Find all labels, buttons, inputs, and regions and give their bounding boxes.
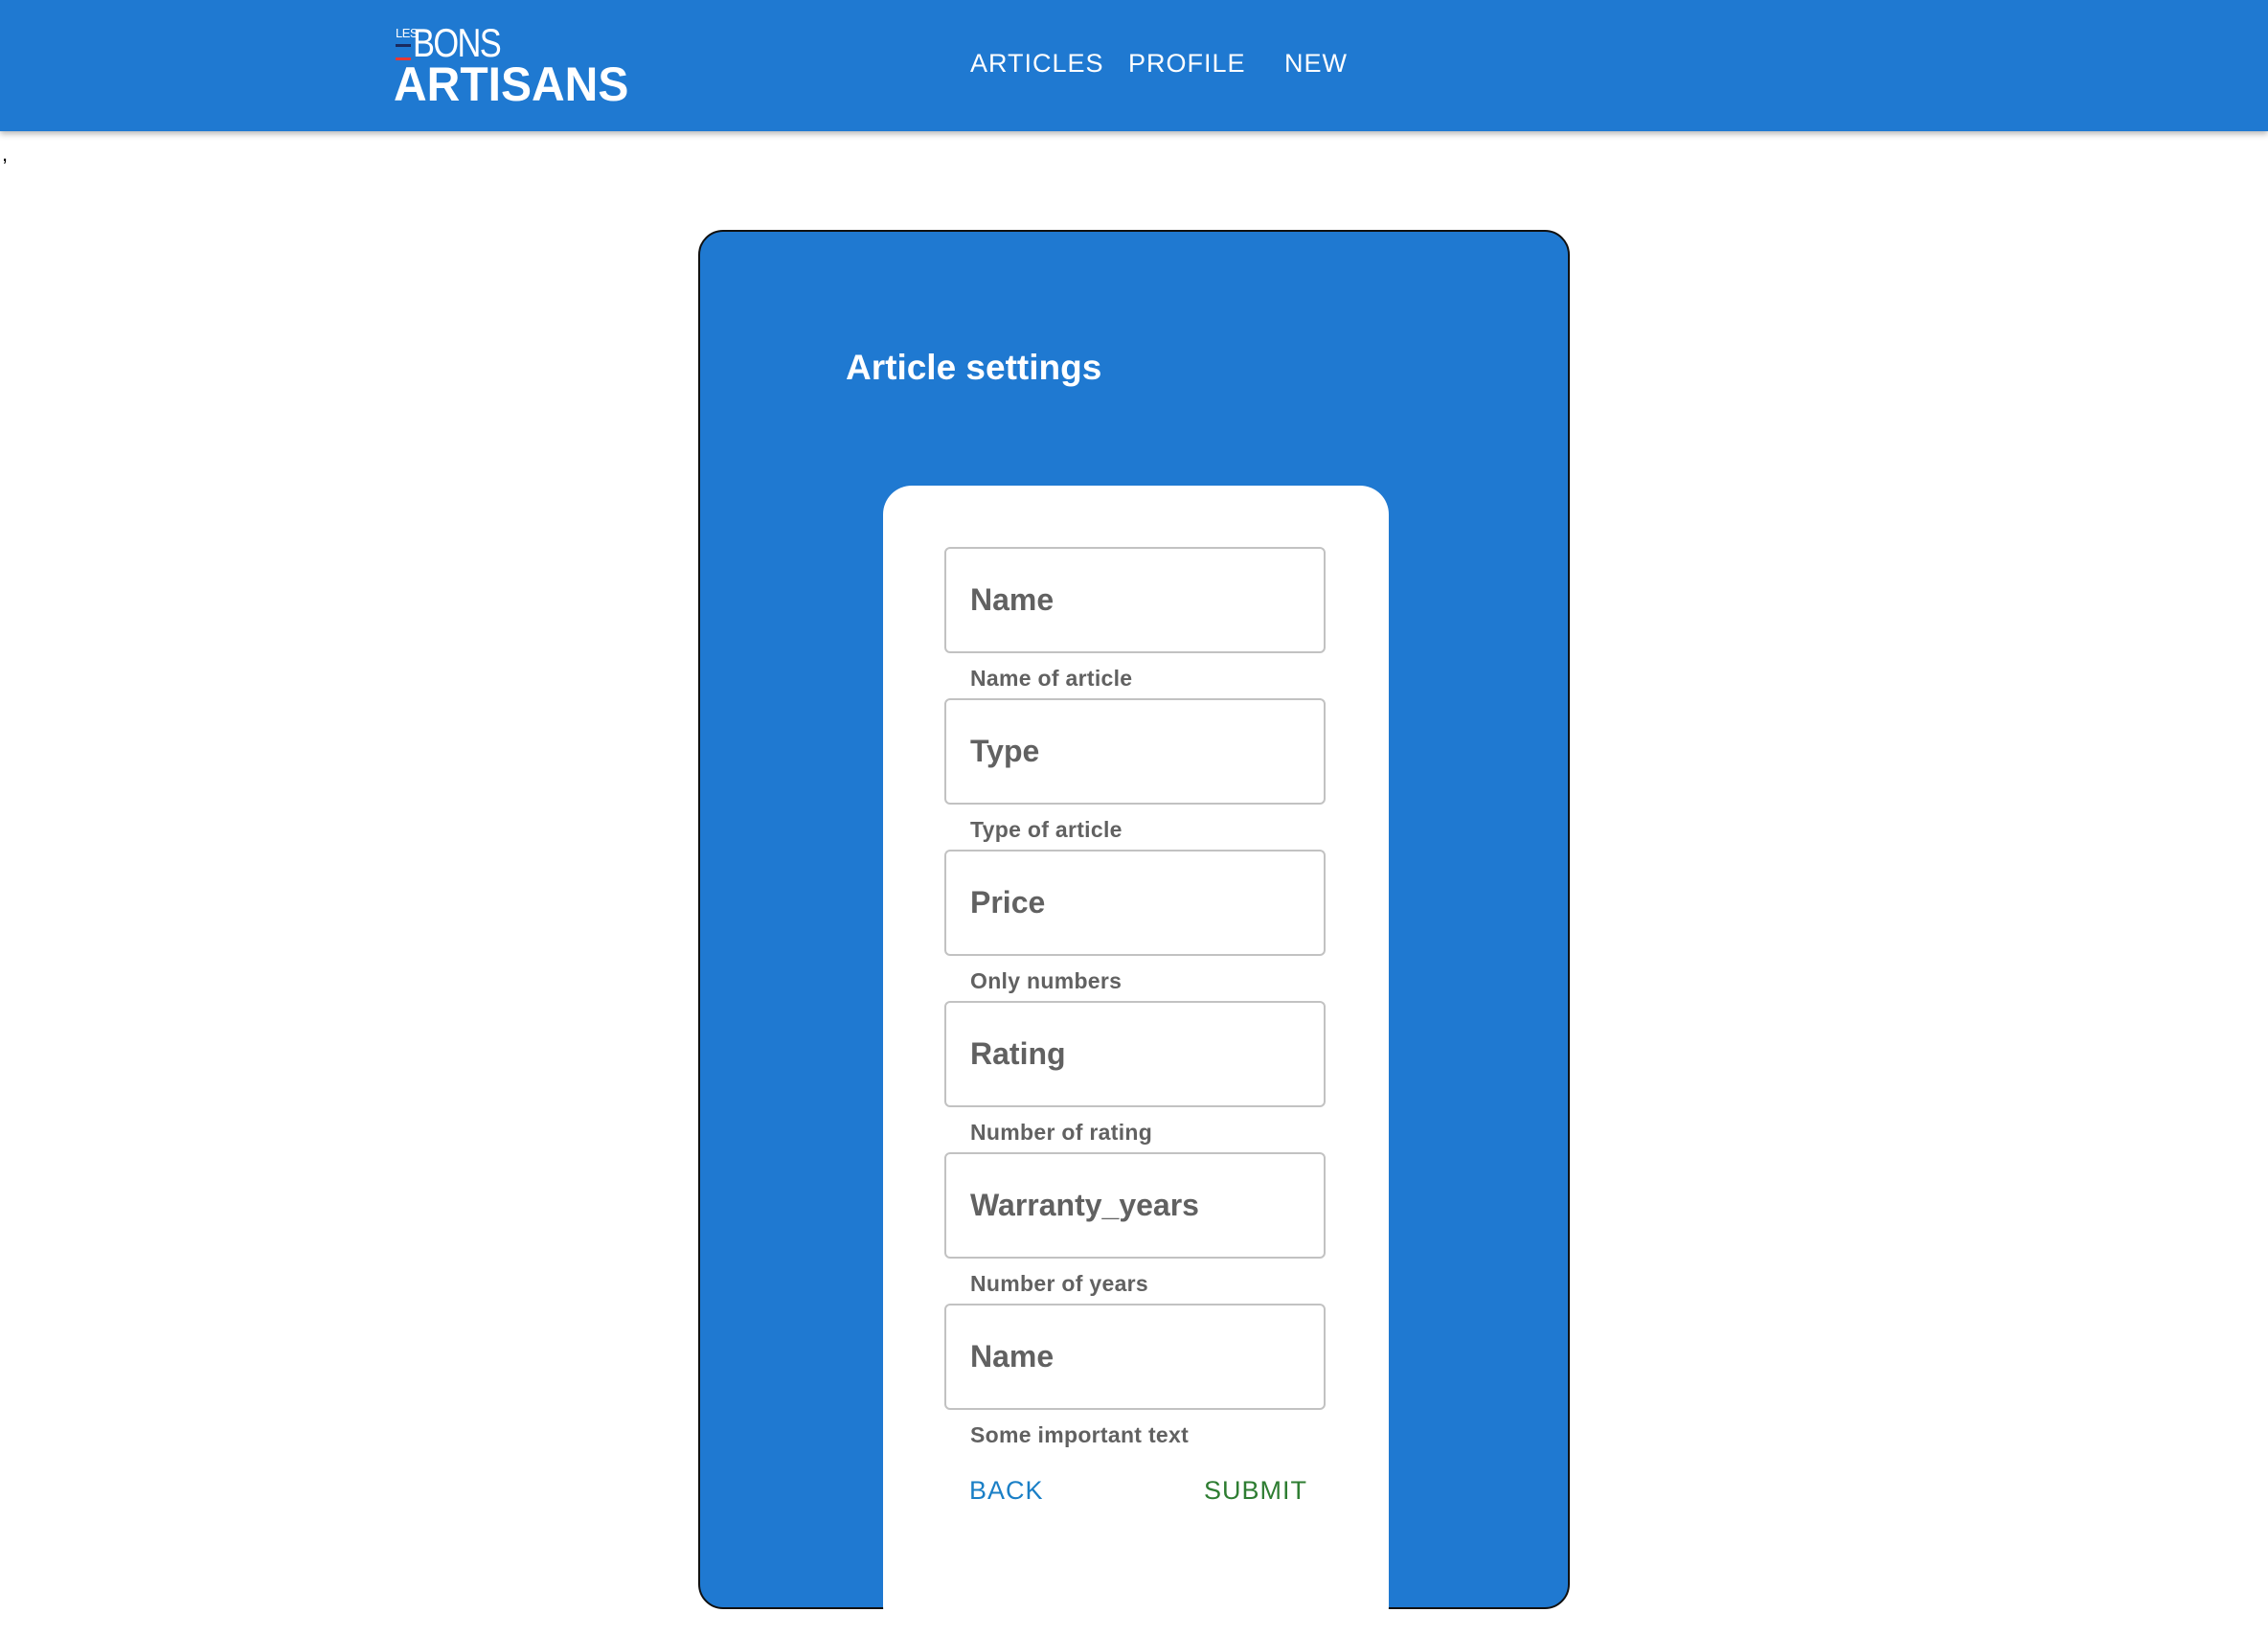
page-title: Article settings	[846, 348, 1102, 387]
logo-line2: ARTISANS	[394, 57, 629, 111]
warranty-years-field-placeholder: Warranty_years	[970, 1188, 1199, 1222]
type-field-placeholder: Type	[970, 734, 1040, 768]
warranty-years-field-helper: Number of years	[970, 1271, 1149, 1296]
price-field[interactable]: Price	[944, 850, 1326, 956]
nav-new[interactable]: NEW	[1284, 46, 1348, 80]
name-field-helper: Name of article	[970, 666, 1133, 691]
submit-button[interactable]: SUBMIT	[1204, 1473, 1307, 1508]
app-bar: LES BONS ARTISANS ARTICLES PROFILE NEW	[0, 0, 2268, 131]
stray-text: ,	[2, 142, 9, 166]
rating-field-placeholder: Rating	[970, 1036, 1066, 1071]
les-bons-artisans-logo[interactable]: LES BONS ARTISANS	[394, 21, 628, 110]
price-field-placeholder: Price	[970, 885, 1046, 920]
name-field-placeholder: Name	[970, 582, 1055, 617]
type-field[interactable]: Type	[944, 698, 1326, 805]
name-field[interactable]: Name	[944, 547, 1326, 653]
type-field-helper: Type of article	[970, 817, 1123, 842]
description-field-helper: Some important text	[970, 1422, 1190, 1447]
rating-field-helper: Number of rating	[970, 1120, 1153, 1145]
rating-field[interactable]: Rating	[944, 1001, 1326, 1107]
nav-profile[interactable]: PROFILE	[1128, 46, 1246, 80]
description-field-placeholder: Name	[970, 1339, 1055, 1374]
back-button[interactable]: BACK	[969, 1473, 1044, 1508]
price-field-helper: Only numbers	[970, 968, 1123, 993]
nav-articles[interactable]: ARTICLES	[970, 46, 1104, 80]
description-field[interactable]: Name	[944, 1304, 1326, 1410]
logo-dark-stripe	[396, 44, 411, 47]
warranty-years-field[interactable]: Warranty_years	[944, 1152, 1326, 1259]
